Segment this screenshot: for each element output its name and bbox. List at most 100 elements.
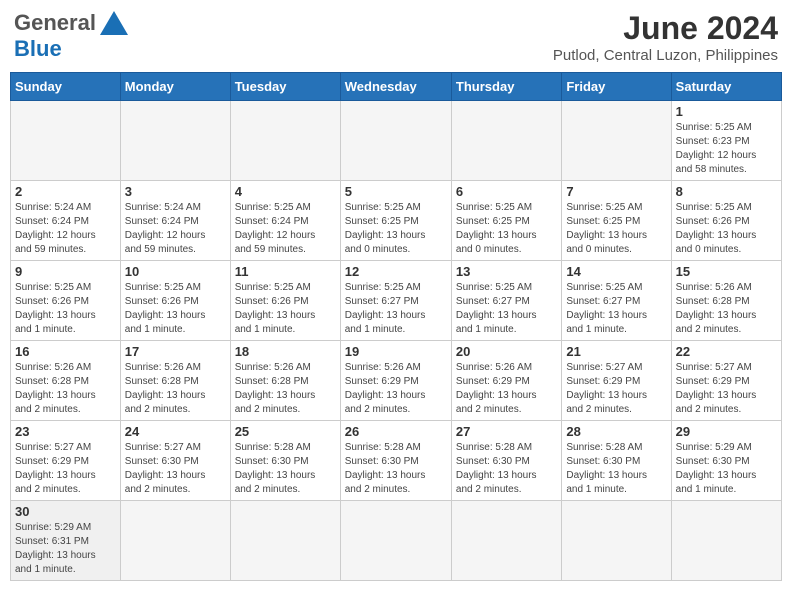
- calendar-day-cell: [451, 501, 561, 581]
- day-number: 22: [676, 344, 777, 359]
- calendar-day-cell: 23 Sunrise: 5:27 AM Sunset: 6:29 PM Dayli…: [11, 421, 121, 501]
- calendar-week-row: 9 Sunrise: 5:25 AM Sunset: 6:26 PM Daylig…: [11, 261, 782, 341]
- header-friday: Friday: [562, 73, 671, 101]
- month-title: June 2024: [553, 10, 778, 47]
- day-number: 10: [125, 264, 226, 279]
- header-sunday: Sunday: [11, 73, 121, 101]
- day-number: 16: [15, 344, 116, 359]
- calendar-day-cell: 14 Sunrise: 5:25 AM Sunset: 6:27 PM Dayli…: [562, 261, 671, 341]
- calendar-day-cell: [11, 101, 121, 181]
- day-info: Sunrise: 5:26 AM Sunset: 6:28 PM Dayligh…: [125, 361, 226, 417]
- day-info: Sunrise: 5:25 AM Sunset: 6:24 PM Dayligh…: [235, 201, 336, 257]
- calendar-day-cell: 8Sunrise: 5:25 AM Sunset: 6:26 PM Daylig…: [671, 181, 781, 261]
- calendar-day-cell: 16Sunrise: 5:26 AM Sunset: 6:28 PM Dayli…: [11, 341, 121, 421]
- calendar-day-cell: 28Sunrise: 5:28 AM Sunset: 6:30 PM Dayli…: [562, 421, 671, 501]
- logo: General Blue: [14, 10, 128, 62]
- calendar-day-cell: [120, 501, 230, 581]
- calendar-day-cell: [120, 101, 230, 181]
- calendar-day-cell: 21Sunrise: 5:27 AM Sunset: 6:29 PM Dayli…: [562, 341, 671, 421]
- day-number: 29: [676, 424, 777, 439]
- day-info: Sunrise: 5:25 AM Sunset: 6:27 PM Dayligh…: [566, 281, 666, 337]
- calendar-day-cell: 10 Sunrise: 5:25 AM Sunset: 6:26 PM Dayli…: [120, 261, 230, 341]
- day-number: 25: [235, 424, 336, 439]
- calendar-day-cell: 15 Sunrise: 5:26 AM Sunset: 6:28 PM Dayli…: [671, 261, 781, 341]
- day-number: 6: [456, 184, 557, 199]
- calendar-day-cell: [230, 101, 340, 181]
- header-thursday: Thursday: [451, 73, 561, 101]
- day-number: 24: [125, 424, 226, 439]
- day-info: Sunrise: 5:25 AM Sunset: 6:25 PM Dayligh…: [566, 201, 666, 257]
- day-info: Sunrise: 5:25 AM Sunset: 6:26 PM Dayligh…: [235, 281, 336, 337]
- day-info: Sunrise: 5:27 AM Sunset: 6:30 PM Dayligh…: [125, 441, 226, 497]
- day-number: 13: [456, 264, 557, 279]
- day-info: Sunrise: 5:25 AM Sunset: 6:23 PM Dayligh…: [676, 121, 777, 177]
- calendar-day-cell: 19 Sunrise: 5:26 AM Sunset: 6:29 PM Dayli…: [340, 341, 451, 421]
- day-info: Sunrise: 5:25 AM Sunset: 6:25 PM Dayligh…: [345, 201, 447, 257]
- calendar-day-cell: [340, 101, 451, 181]
- logo-triangle-icon: [100, 11, 128, 35]
- day-number: 5: [345, 184, 447, 199]
- calendar-day-cell: 27Sunrise: 5:28 AM Sunset: 6:30 PM Dayli…: [451, 421, 561, 501]
- calendar-day-cell: 4Sunrise: 5:25 AM Sunset: 6:24 PM Daylig…: [230, 181, 340, 261]
- day-number: 23: [15, 424, 116, 439]
- calendar-day-cell: 20 Sunrise: 5:26 AM Sunset: 6:29 PM Dayli…: [451, 341, 561, 421]
- calendar-day-cell: 12Sunrise: 5:25 AM Sunset: 6:27 PM Dayli…: [340, 261, 451, 341]
- calendar-day-cell: 5 Sunrise: 5:25 AM Sunset: 6:25 PM Daylig…: [340, 181, 451, 261]
- calendar-day-cell: 26Sunrise: 5:28 AM Sunset: 6:30 PM Dayli…: [340, 421, 451, 501]
- day-info: Sunrise: 5:26 AM Sunset: 6:29 PM Dayligh…: [345, 361, 447, 417]
- day-number: 9: [15, 264, 116, 279]
- calendar-day-cell: 25 Sunrise: 5:28 AM Sunset: 6:30 PM Dayli…: [230, 421, 340, 501]
- calendar-day-cell: 6 Sunrise: 5:25 AM Sunset: 6:25 PM Daylig…: [451, 181, 561, 261]
- day-info: Sunrise: 5:25 AM Sunset: 6:26 PM Dayligh…: [125, 281, 226, 337]
- day-info: Sunrise: 5:27 AM Sunset: 6:29 PM Dayligh…: [15, 441, 116, 497]
- day-number: 2: [15, 184, 116, 199]
- calendar-week-row: 30Sunrise: 5:29 AM Sunset: 6:31 PM Dayli…: [11, 501, 782, 581]
- day-info: Sunrise: 5:24 AM Sunset: 6:24 PM Dayligh…: [125, 201, 226, 257]
- day-info: Sunrise: 5:28 AM Sunset: 6:30 PM Dayligh…: [235, 441, 336, 497]
- calendar-day-cell: 13 Sunrise: 5:25 AM Sunset: 6:27 PM Dayli…: [451, 261, 561, 341]
- calendar-day-cell: 3 Sunrise: 5:24 AM Sunset: 6:24 PM Daylig…: [120, 181, 230, 261]
- calendar-day-cell: 24 Sunrise: 5:27 AM Sunset: 6:30 PM Dayli…: [120, 421, 230, 501]
- header-wednesday: Wednesday: [340, 73, 451, 101]
- day-number: 14: [566, 264, 666, 279]
- logo-general-text: General: [14, 10, 96, 36]
- calendar-day-cell: [230, 501, 340, 581]
- day-number: 17: [125, 344, 226, 359]
- calendar-day-cell: 2 Sunrise: 5:24 AM Sunset: 6:24 PM Daylig…: [11, 181, 121, 261]
- day-number: 19: [345, 344, 447, 359]
- day-info: Sunrise: 5:25 AM Sunset: 6:25 PM Dayligh…: [456, 201, 557, 257]
- calendar-week-row: 1 Sunrise: 5:25 AM Sunset: 6:23 PM Daylig…: [11, 101, 782, 181]
- header-saturday: Saturday: [671, 73, 781, 101]
- day-info: Sunrise: 5:27 AM Sunset: 6:29 PM Dayligh…: [676, 361, 777, 417]
- calendar-day-cell: [340, 501, 451, 581]
- day-number: 28: [566, 424, 666, 439]
- calendar-day-cell: [671, 501, 781, 581]
- day-number: 8: [676, 184, 777, 199]
- day-number: 3: [125, 184, 226, 199]
- calendar-day-cell: [562, 501, 671, 581]
- calendar-week-row: 16 Sunrise: 5:26 AM Sunset: 6:28 PM Dayli…: [11, 341, 782, 421]
- day-info: Sunrise: 5:26 AM Sunset: 6:28 PM Dayligh…: [235, 361, 336, 417]
- day-info: Sunrise: 5:28 AM Sunset: 6:30 PM Dayligh…: [456, 441, 557, 497]
- day-number: 12: [345, 264, 447, 279]
- calendar-week-row: 2 Sunrise: 5:24 AM Sunset: 6:24 PM Daylig…: [11, 181, 782, 261]
- calendar-day-cell: 9Sunrise: 5:25 AM Sunset: 6:26 PM Daylig…: [11, 261, 121, 341]
- day-number: 15: [676, 264, 777, 279]
- calendar-day-cell: 22 Sunrise: 5:27 AM Sunset: 6:29 PM Dayli…: [671, 341, 781, 421]
- day-info: Sunrise: 5:26 AM Sunset: 6:29 PM Dayligh…: [456, 361, 557, 417]
- calendar-day-cell: 7 Sunrise: 5:25 AM Sunset: 6:25 PM Daylig…: [562, 181, 671, 261]
- calendar-day-cell: 29Sunrise: 5:29 AM Sunset: 6:30 PM Dayli…: [671, 421, 781, 501]
- header-tuesday: Tuesday: [230, 73, 340, 101]
- day-info: Sunrise: 5:25 AM Sunset: 6:27 PM Dayligh…: [456, 281, 557, 337]
- title-area: June 2024 Putlod, Central Luzon, Philipp…: [553, 10, 778, 64]
- day-info: Sunrise: 5:26 AM Sunset: 6:28 PM Dayligh…: [676, 281, 777, 337]
- calendar-day-cell: 11Sunrise: 5:25 AM Sunset: 6:26 PM Dayli…: [230, 261, 340, 341]
- day-number: 7: [566, 184, 666, 199]
- calendar-day-cell: 1 Sunrise: 5:25 AM Sunset: 6:23 PM Daylig…: [671, 101, 781, 181]
- day-number: 1: [676, 104, 777, 119]
- header-monday: Monday: [120, 73, 230, 101]
- calendar-day-cell: [451, 101, 561, 181]
- day-info: Sunrise: 5:24 AM Sunset: 6:24 PM Dayligh…: [15, 201, 116, 257]
- day-number: 20: [456, 344, 557, 359]
- day-info: Sunrise: 5:27 AM Sunset: 6:29 PM Dayligh…: [566, 361, 666, 417]
